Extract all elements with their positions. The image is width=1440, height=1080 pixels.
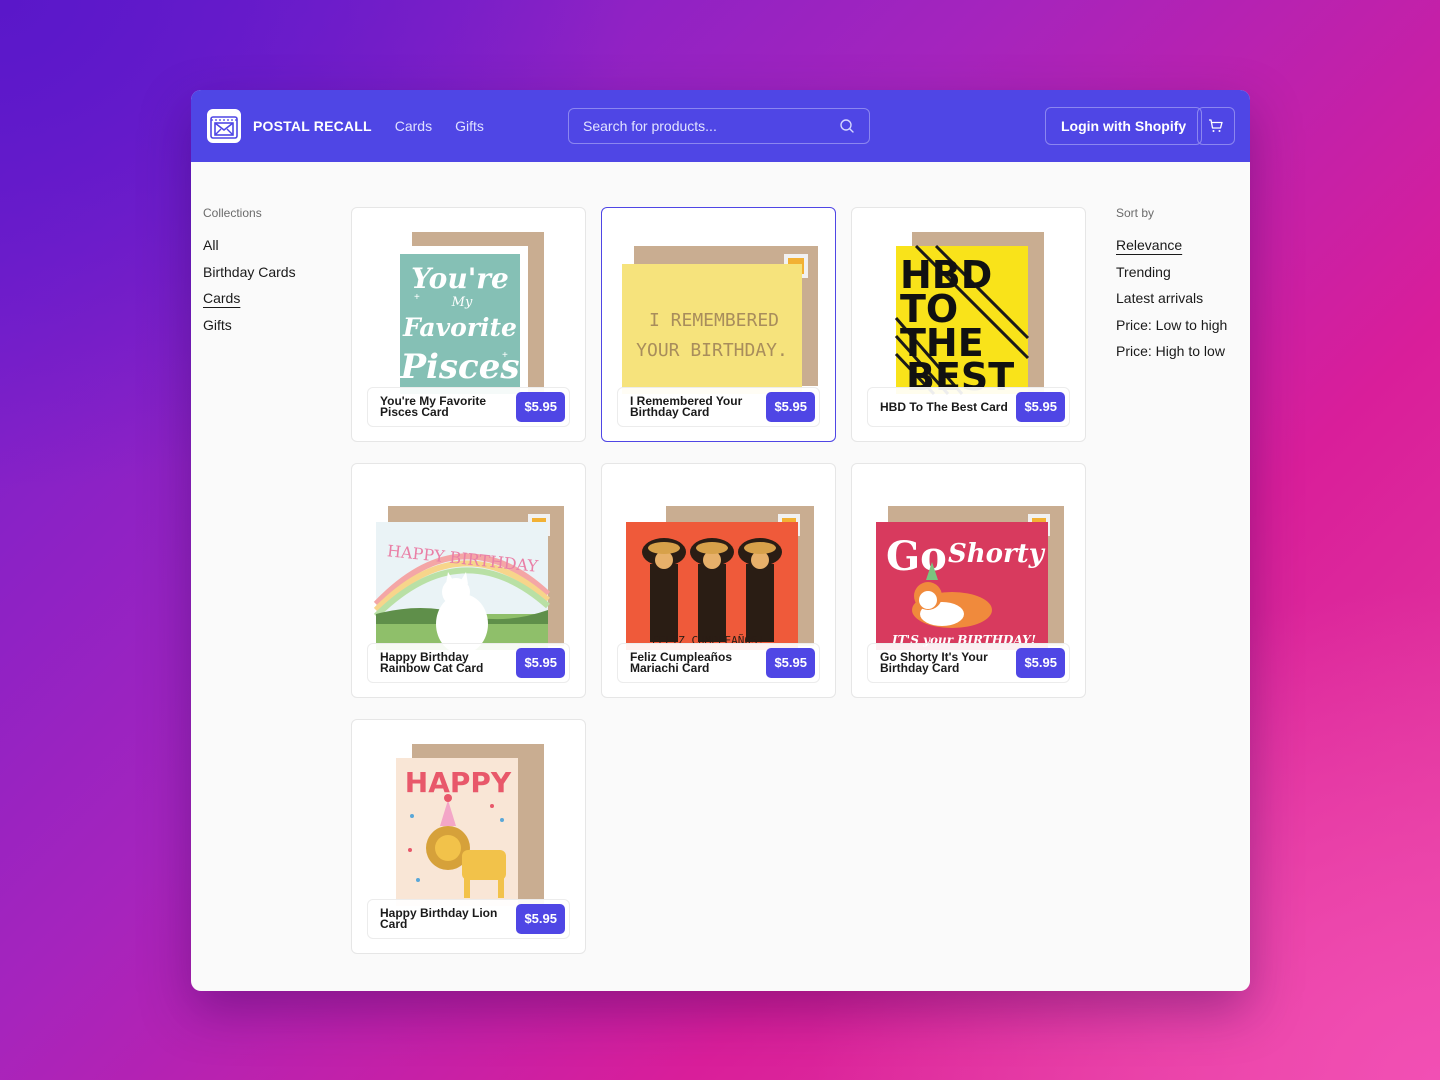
product-card[interactable]: HAPPY BIRTHDAY Happy Birthday Rainbow Ca… [351, 463, 586, 698]
collection-item-all[interactable]: All [203, 232, 296, 259]
shopping-cart-icon [1209, 119, 1223, 132]
product-name[interactable]: You're My Favorite Pisces Card [380, 395, 516, 418]
svg-text:YOUR BIRTHDAY.: YOUR BIRTHDAY. [636, 340, 788, 361]
collection-label: Birthday Cards [203, 263, 296, 280]
sort-item-price-low-high[interactable]: Price: Low to high [1116, 312, 1227, 339]
product-name[interactable]: Feliz Cumpleaños Mariachi Card [630, 651, 766, 674]
product-name[interactable]: Happy Birthday Lion Card [380, 907, 516, 930]
product-label: HBD To The Best Card $5.95 [867, 387, 1070, 427]
sort-label: Price: Low to high [1116, 316, 1228, 333]
svg-text:+: + [502, 350, 508, 361]
collections-heading: Collections [203, 206, 262, 220]
price-badge: $5.95 [766, 392, 815, 422]
price-badge: $5.95 [516, 392, 565, 422]
sort-label: Latest arrivals [1116, 290, 1204, 306]
product-name[interactable]: I Remembered Your Birthday Card [630, 395, 766, 418]
app-window: POSTAL RECALL Cards Gifts Login with Sho… [191, 90, 1250, 991]
sort-heading: Sort by [1116, 206, 1155, 220]
collection-item-cards[interactable]: Cards [203, 285, 296, 312]
sort-item-trending[interactable]: Trending [1116, 259, 1227, 286]
nav-link-cards[interactable]: Cards [395, 118, 432, 134]
product-name[interactable]: HBD To The Best Card [880, 401, 1016, 413]
price-badge: $5.95 [766, 648, 815, 678]
product-label: Feliz Cumpleaños Mariachi Card $5.95 [617, 643, 820, 683]
product-card[interactable]: FELIZ CUMPLEAÑOS! Feliz Cumpleaños Maria… [601, 463, 836, 698]
svg-text:Go: Go [886, 533, 947, 580]
collection-item-birthday-cards[interactable]: Birthday Cards [203, 259, 296, 286]
product-label: I Remembered Your Birthday Card $5.95 [617, 387, 820, 427]
product-card[interactable]: You're My Favorite Pisces + + You're My … [351, 207, 586, 442]
product-card[interactable]: Go Shorty IT'S your BIRTHDAY! Go Shorty … [851, 463, 1086, 698]
sort-label: Relevance [1116, 237, 1183, 253]
product-name[interactable]: Happy Birthday Rainbow Cat Card [380, 651, 516, 674]
search-input[interactable] [583, 118, 839, 134]
sort-item-price-high-low[interactable]: Price: High to low [1116, 338, 1227, 365]
product-card[interactable]: I REMEMBERED YOUR BIRTHDAY. I Remembered… [601, 207, 836, 442]
product-label: You're My Favorite Pisces Card $5.95 [367, 387, 570, 427]
brand-name[interactable]: POSTAL RECALL [253, 118, 372, 134]
login-with-shopify-button[interactable]: Login with Shopify [1045, 107, 1203, 145]
nav-link-gifts[interactable]: Gifts [455, 118, 484, 134]
collection-label: All [203, 237, 219, 253]
svg-text:You're: You're [411, 262, 509, 295]
collection-item-gifts[interactable]: Gifts [203, 312, 296, 339]
product-label: Happy Birthday Rainbow Cat Card $5.95 [367, 643, 570, 683]
collection-label: Gifts [203, 316, 232, 333]
svg-text:Shorty: Shorty [948, 539, 1046, 569]
cart-button[interactable] [1197, 107, 1235, 145]
svg-text:I REMEMBERED: I REMEMBERED [649, 310, 779, 331]
price-badge: $5.95 [516, 904, 565, 934]
svg-text:Favorite: Favorite [402, 313, 517, 342]
svg-text:HAPPY: HAPPY [405, 766, 512, 799]
collection-label: Cards [203, 290, 241, 306]
sort-item-latest-arrivals[interactable]: Latest arrivals [1116, 285, 1227, 312]
sort-item-relevance[interactable]: Relevance [1116, 232, 1227, 259]
envelope-logo-icon[interactable] [207, 109, 241, 143]
product-label: Go Shorty It's Your Birthday Card $5.95 [867, 643, 1070, 683]
product-card[interactable]: HBD TO THE BEST HBD To The Best Card $5.… [851, 207, 1086, 442]
search-icon[interactable] [839, 118, 855, 134]
price-badge: $5.95 [1016, 648, 1065, 678]
svg-text:My: My [451, 295, 473, 310]
search-box[interactable] [568, 108, 870, 144]
sort-label: Price: High to low [1116, 343, 1225, 359]
price-badge: $5.95 [516, 648, 565, 678]
product-label: Happy Birthday Lion Card $5.95 [367, 899, 570, 939]
sort-sidebar: Sort by Relevance Trending Latest arriva… [1116, 206, 1227, 365]
top-navbar: POSTAL RECALL Cards Gifts Login with Sho… [191, 90, 1250, 162]
svg-text:+: + [414, 292, 420, 303]
price-badge: $5.95 [1016, 392, 1065, 422]
collections-sidebar: Collections All Birthday Cards Cards Gif… [203, 206, 296, 338]
sort-label: Trending [1116, 263, 1171, 280]
product-name[interactable]: Go Shorty It's Your Birthday Card [880, 651, 1016, 674]
product-card[interactable]: HAPPY Happy Birthday Lion Card $5.95 [351, 719, 586, 954]
